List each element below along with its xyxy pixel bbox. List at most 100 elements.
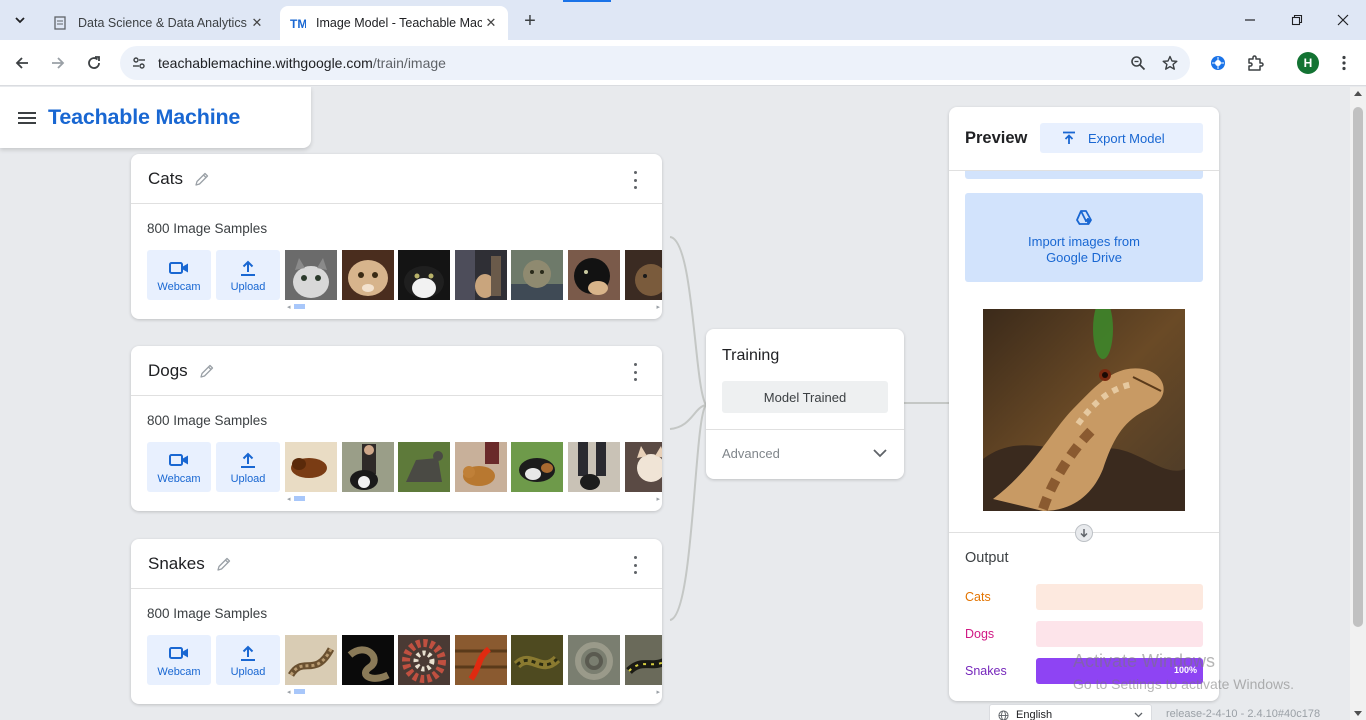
sample-thumbnail[interactable]	[342, 635, 394, 685]
tab-search-button[interactable]	[8, 8, 32, 32]
sample-thumbnail[interactable]	[568, 250, 620, 300]
chevron-down-icon	[872, 446, 888, 462]
output-label: Cats	[965, 590, 991, 604]
sample-thumbnail[interactable]	[398, 442, 450, 492]
upload-icon	[240, 643, 256, 663]
address-bar[interactable]: teachablemachine.withgoogle.com/train/im…	[120, 46, 1190, 80]
tab-title: Data Science & Data Analytics B	[78, 16, 248, 30]
zoom-icon[interactable]	[1126, 51, 1150, 75]
webcam-button[interactable]: Webcam	[147, 442, 211, 492]
sample-thumbnail[interactable]	[511, 635, 563, 685]
class-name[interactable]: Cats	[148, 169, 183, 189]
forward-arrow-icon	[52, 57, 65, 69]
sample-thumbnail[interactable]	[625, 442, 662, 492]
tab-data-science[interactable]: Data Science & Data Analytics B ✕	[42, 6, 274, 40]
site-info-icon[interactable]	[128, 52, 150, 74]
svg-text:TM: TM	[290, 17, 306, 30]
watermark-line1: Activate Windows	[1073, 651, 1216, 671]
train-model-button[interactable]: Model Trained	[722, 381, 888, 413]
edit-pencil-icon[interactable]	[215, 555, 233, 573]
webcam-icon	[169, 643, 189, 663]
webcam-label: Webcam	[157, 665, 201, 678]
sample-thumbnail[interactable]	[342, 250, 394, 300]
sample-thumbnail[interactable]	[398, 250, 450, 300]
preview-panel: Preview Export Model Import images from …	[949, 107, 1219, 701]
brand-title[interactable]: Teachable Machine	[48, 105, 240, 130]
arrow-down-icon	[1075, 524, 1093, 542]
bookmark-star-icon[interactable]	[1158, 51, 1182, 75]
thumbnail-scrollbar[interactable]: ◂ ▸	[285, 302, 660, 311]
upload-button[interactable]: Upload	[216, 442, 280, 492]
extension-globe-icon[interactable]	[1206, 51, 1230, 75]
page-scrollbar[interactable]	[1350, 87, 1366, 720]
thumbnail-scrollbar[interactable]: ◂ ▸	[285, 494, 660, 503]
sample-thumbnail[interactable]	[625, 635, 662, 685]
loading-indicator	[563, 0, 611, 2]
class-name[interactable]: Snakes	[148, 554, 205, 574]
profile-button[interactable]: H	[1296, 51, 1320, 75]
preview-header: Preview Export Model	[949, 107, 1219, 171]
class-card-cats: Cats 800 Image Samples Webcam Upload ◂ ▸	[131, 154, 662, 319]
watermark-line2: Go to Settings to activate Windows.	[1073, 676, 1294, 692]
preview-image	[983, 309, 1185, 511]
sample-thumbnail[interactable]	[511, 250, 563, 300]
class-header: Snakes	[131, 539, 662, 589]
sample-thumbnail[interactable]	[285, 250, 337, 300]
sample-thumbnail[interactable]	[568, 635, 620, 685]
scrollbar-thumb[interactable]	[1353, 107, 1363, 627]
sample-thumbnail[interactable]	[625, 250, 662, 300]
forward-button[interactable]	[45, 50, 71, 76]
class-options-icon[interactable]	[628, 556, 642, 574]
upload-button[interactable]: Upload	[216, 635, 280, 685]
upload-label: Upload	[230, 665, 266, 678]
sample-thumbnail[interactable]	[398, 635, 450, 685]
webcam-button[interactable]: Webcam	[147, 635, 211, 685]
minimize-button[interactable]	[1238, 8, 1262, 32]
thumbnail-scrollbar[interactable]: ◂ ▸	[285, 687, 660, 696]
sample-thumbnail[interactable]	[285, 442, 337, 492]
edit-pencil-icon[interactable]	[198, 362, 216, 380]
upload-icon	[240, 258, 256, 278]
close-window-button[interactable]	[1331, 8, 1355, 32]
class-options-icon[interactable]	[628, 363, 642, 381]
advanced-toggle[interactable]: Advanced	[706, 429, 904, 477]
tab-strip: Data Science & Data Analytics B ✕ TM Ima…	[0, 0, 1366, 40]
output-label: Dogs	[965, 627, 995, 641]
close-tab-icon[interactable]: ✕	[248, 14, 266, 32]
class-header: Cats	[131, 154, 662, 204]
class-name[interactable]: Dogs	[148, 361, 188, 381]
upload-label: Upload	[230, 280, 266, 293]
restore-icon	[1291, 14, 1303, 26]
sample-thumbnail[interactable]	[511, 442, 563, 492]
sample-thumbnail[interactable]	[285, 635, 337, 685]
sample-thumbnail[interactable]	[455, 442, 507, 492]
reload-button[interactable]	[81, 50, 107, 76]
new-tab-button[interactable]: +	[518, 9, 542, 33]
upload-button[interactable]: Upload	[216, 250, 280, 300]
webcam-button[interactable]: Webcam	[147, 250, 211, 300]
chevron-down-icon	[1134, 709, 1143, 720]
close-tab-icon[interactable]: ✕	[482, 14, 500, 32]
scroll-up-icon[interactable]	[1354, 91, 1362, 96]
import-google-drive-button[interactable]: Import images from Google Drive	[965, 193, 1203, 282]
extensions-puzzle-icon[interactable]	[1243, 51, 1267, 75]
sample-thumbnail[interactable]	[455, 250, 507, 300]
export-upload-icon	[1062, 131, 1076, 145]
drive-label-line1: Import images from	[1028, 233, 1140, 249]
class-header: Dogs	[131, 346, 662, 396]
edit-pencil-icon[interactable]	[193, 170, 211, 188]
chrome-menu-icon[interactable]	[1332, 51, 1356, 75]
tab-image-model[interactable]: TM Image Model - Teachable Mach ✕	[280, 6, 508, 40]
scroll-down-icon[interactable]	[1354, 711, 1362, 716]
sample-thumbnail[interactable]	[342, 442, 394, 492]
sample-thumbnail[interactable]	[455, 635, 507, 685]
export-model-button[interactable]: Export Model	[1040, 123, 1203, 153]
language-select[interactable]: English	[989, 704, 1152, 720]
sample-thumbnail[interactable]	[568, 442, 620, 492]
hamburger-menu-icon[interactable]	[18, 107, 40, 129]
url-path: /train/image	[372, 55, 446, 71]
url-text: teachablemachine.withgoogle.com/train/im…	[158, 55, 1126, 71]
restore-button[interactable]	[1285, 8, 1309, 32]
class-options-icon[interactable]	[628, 171, 642, 189]
back-button[interactable]	[9, 50, 35, 76]
